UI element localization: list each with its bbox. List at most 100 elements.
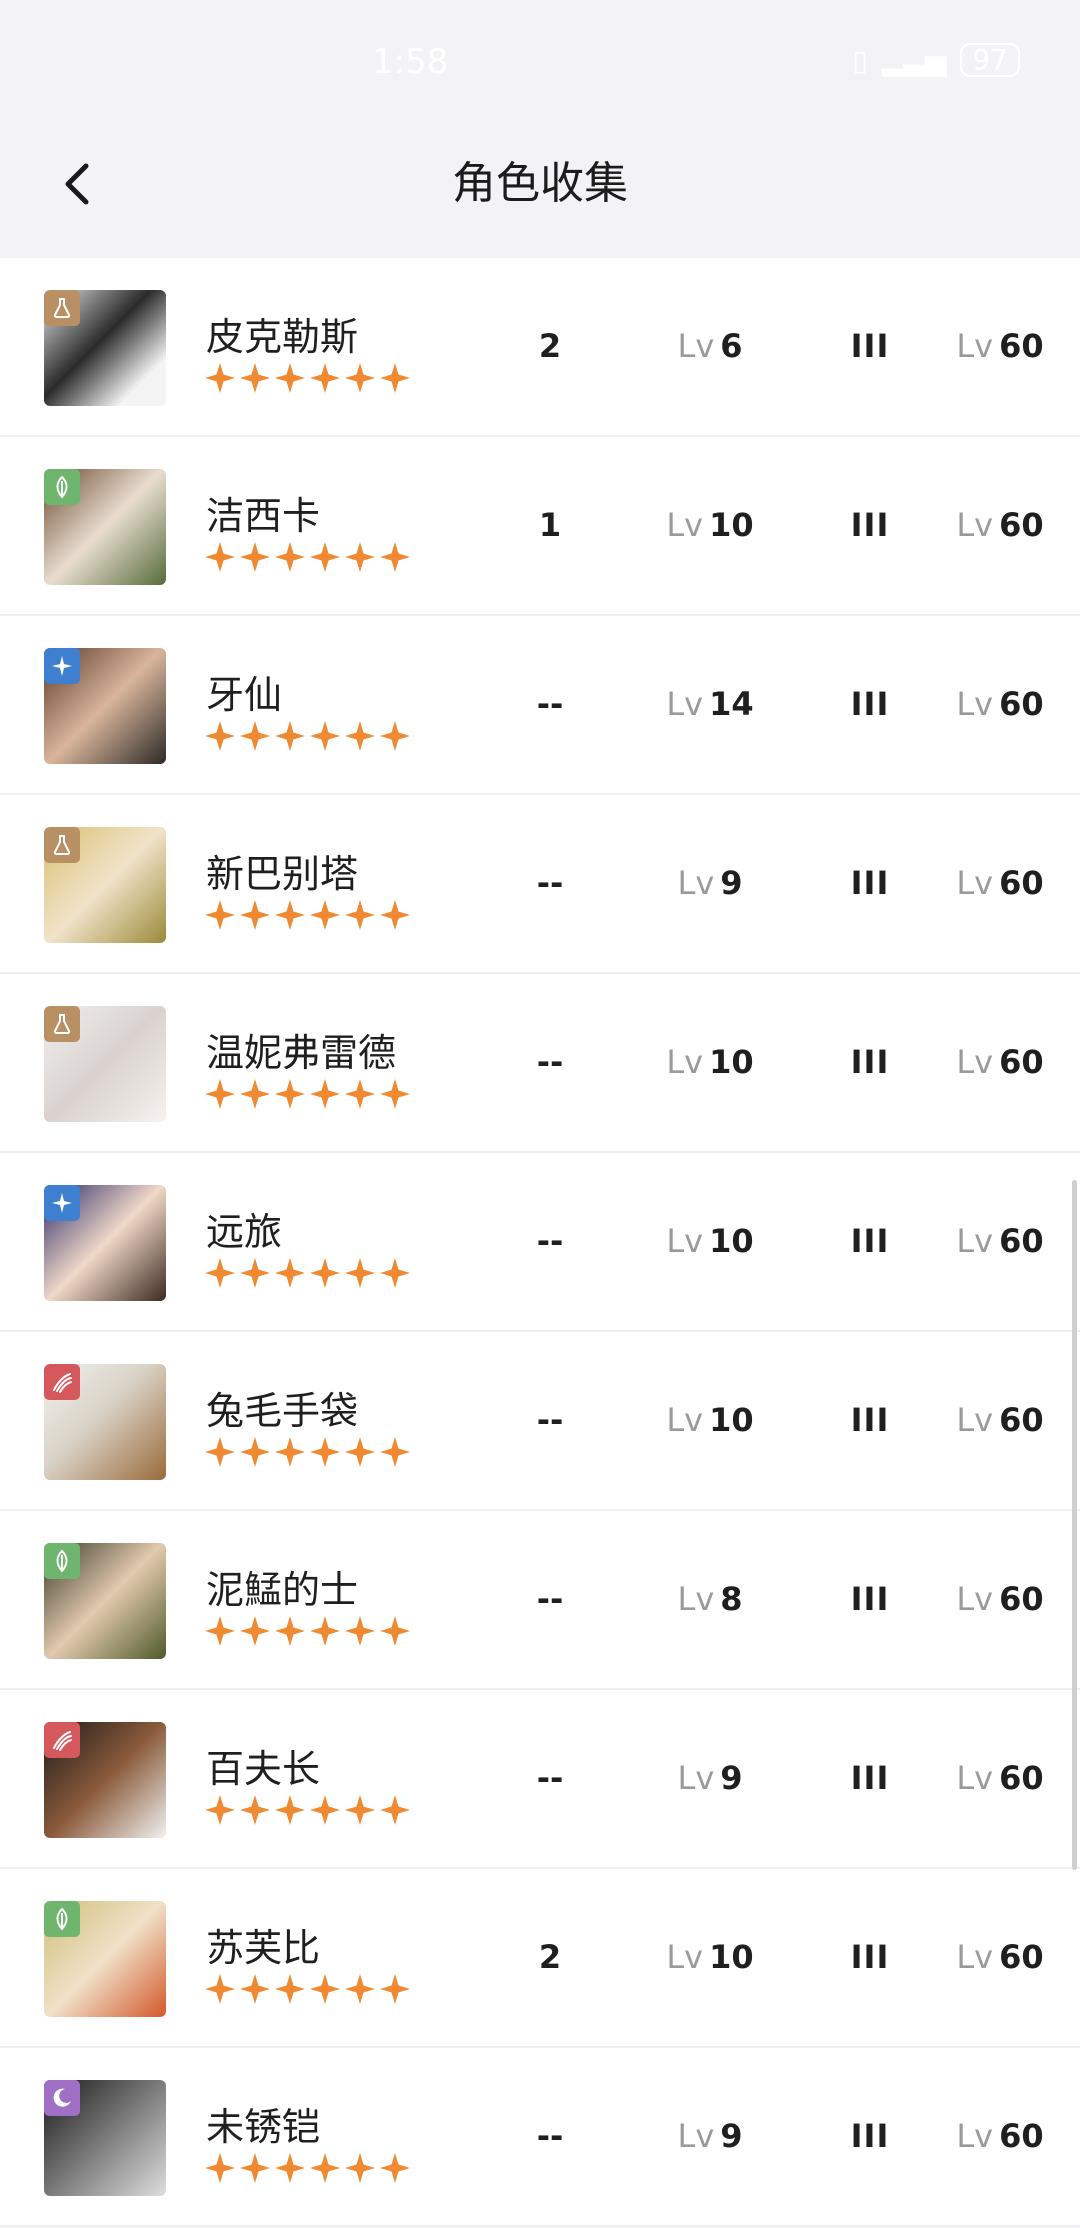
star-rating [204,362,411,394]
max-level-value: 60 [999,2117,1044,2155]
star-icon [240,900,270,930]
character-level: Lv 10 [630,1396,790,1444]
character-level: Lv 9 [630,859,790,907]
star-icon [380,1079,410,1109]
star-icon [345,1079,375,1109]
character-level: Lv 10 [630,1038,790,1086]
level-prefix: Lv [677,864,715,902]
star-icon [310,542,340,572]
star-icon [275,542,305,572]
duplicate-count: 1 [538,506,562,544]
star-rating [204,541,411,573]
star-rating [204,899,411,931]
scrollbar[interactable] [1072,1180,1077,1870]
character-row[interactable]: 洁西卡 1 Lv 10 III Lv 60 [0,437,1080,616]
star-icon [240,1079,270,1109]
star-rating [204,1615,411,1647]
sparkle-icon [44,648,80,684]
star-icon [380,1616,410,1646]
level-prefix: Lv [666,1938,704,1976]
star-icon [345,363,375,393]
level-value: 10 [709,1938,754,1976]
claw-icon [44,1364,80,1400]
back-button[interactable] [38,144,118,224]
character-level: Lv 6 [630,322,790,370]
level-prefix: Lv [956,1222,994,1260]
character-row[interactable]: 温妮弗雷德 -- Lv 10 III Lv 60 [0,974,1080,1153]
level-prefix: Lv [956,1043,994,1081]
star-icon [310,1258,340,1288]
star-icon [345,2153,375,2183]
star-icon [205,900,235,930]
level-prefix: Lv [666,1401,704,1439]
character-row[interactable]: 未锈铠 -- Lv 9 III Lv 60 [0,2048,1080,2227]
star-icon [345,542,375,572]
character-row[interactable]: 苏芙比 2 Lv 10 III Lv 60 [0,1869,1080,2048]
level-prefix: Lv [666,1222,704,1260]
star-icon [275,1795,305,1825]
star-icon [205,1437,235,1467]
claw-icon [44,1722,80,1758]
character-row[interactable]: 兔毛手袋 -- Lv 10 III Lv 60 [0,1332,1080,1511]
level-prefix: Lv [666,506,704,544]
max-level-value: 60 [999,685,1044,723]
character-name: 新巴别塔 [206,852,359,896]
star-icon [310,900,340,930]
level-prefix: Lv [677,1759,715,1797]
level-value: 10 [709,1043,754,1081]
duplicate-count: -- [536,864,564,902]
level-prefix: Lv [677,1580,715,1618]
character-name: 泥鯭的士 [206,1568,359,1612]
max-level-value: 60 [999,327,1044,365]
max-level-value: 60 [999,506,1044,544]
flask-icon [44,290,80,326]
character-avatar [44,469,166,585]
star-rating [204,1973,411,2005]
character-row[interactable]: 百夫长 -- Lv 9 III Lv 60 [0,1690,1080,1869]
star-icon [310,2153,340,2183]
max-level-value: 60 [999,1401,1044,1439]
character-row[interactable]: 牙仙 -- Lv 14 III Lv 60 [0,616,1080,795]
page-title: 角色收集 [452,158,628,209]
character-avatar [44,2080,166,2196]
max-level: Lv 60 [940,2112,1060,2160]
flask-icon [44,1006,80,1042]
star-icon [345,1616,375,1646]
star-icon [240,721,270,751]
character-name: 皮克勒斯 [206,315,359,359]
star-icon [275,1974,305,2004]
character-avatar [44,827,166,943]
level-value: 9 [720,1759,743,1797]
character-row[interactable]: 皮克勒斯 2 Lv 6 III Lv 60 [0,258,1080,437]
duplicate-count: -- [536,685,564,723]
star-icon [275,1616,305,1646]
star-icon [240,1616,270,1646]
star-icon [275,1258,305,1288]
character-row[interactable]: 泥鯭的士 -- Lv 8 III Lv 60 [0,1511,1080,1690]
star-rating [204,1078,411,1110]
star-icon [240,1795,270,1825]
star-icon [310,1079,340,1109]
star-icon [310,1974,340,2004]
battery-icon: 97 [960,43,1020,77]
duplicate-count: -- [536,1401,564,1439]
max-level: Lv 60 [940,1575,1060,1623]
level-prefix: Lv [666,1043,704,1081]
star-icon [275,1437,305,1467]
level-prefix: Lv [956,506,994,544]
star-icon [205,1974,235,2004]
character-name: 未锈铠 [206,2105,321,2149]
max-level: Lv 60 [940,859,1060,907]
star-icon [240,363,270,393]
level-value: 9 [720,2117,743,2155]
character-name: 洁西卡 [206,494,321,538]
character-level: Lv 14 [630,680,790,728]
leaf-icon [44,1543,80,1579]
character-row[interactable]: 远旅 -- Lv 10 III Lv 60 [0,1153,1080,1332]
level-prefix: Lv [956,1401,994,1439]
insight-rank: III [850,1222,890,1260]
star-icon [240,1437,270,1467]
star-icon [380,1437,410,1467]
character-row[interactable]: 新巴别塔 -- Lv 9 III Lv 60 [0,795,1080,974]
level-value: 8 [720,1580,743,1618]
